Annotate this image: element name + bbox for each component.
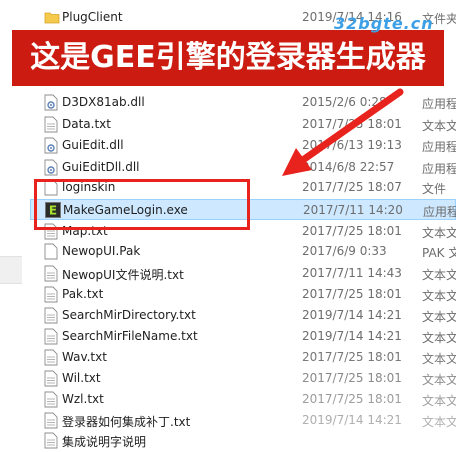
file-name: 登录器如何集成补丁.txt <box>62 415 191 429</box>
text-file-icon <box>44 328 60 345</box>
dll-icon <box>44 94 60 111</box>
file-date: 2014/6/8 22:57 <box>302 160 395 174</box>
dll-icon <box>44 137 60 154</box>
file-date: 2017/7/25 18:01 <box>302 117 402 131</box>
text-file-icon <box>44 412 60 429</box>
highlight-box <box>34 179 250 230</box>
blur-overlay <box>300 345 456 437</box>
file-date: 2017/6/9 0:33 <box>302 244 387 258</box>
file-row[interactable]: NewopUI.Pak 2017/6/9 0:33 PAK 文 <box>30 241 456 262</box>
file-name: Data.txt <box>62 117 111 131</box>
navigation-pane-item[interactable] <box>0 256 22 284</box>
file-row[interactable]: NewopUI文件说明.txt 2017/7/11 14:43 文本文 <box>30 263 456 284</box>
file-name: GuiEditDll.dll <box>62 160 140 174</box>
file-name: Wav.txt <box>62 350 107 364</box>
text-file-icon <box>44 116 60 133</box>
file-name: SearchMirDirectory.txt <box>62 308 196 322</box>
file-date: 2017/7/25 18:01 <box>302 224 402 238</box>
file-row[interactable]: SearchMirFileName.txt 2019/7/14 14:21 文本文 <box>30 326 456 347</box>
blank-file-icon <box>44 243 60 260</box>
file-date: 2019/7/14 14:21 <box>302 308 402 322</box>
file-date: 2017/7/11 14:20 <box>303 203 403 217</box>
file-name: D3DX81ab.dll <box>62 95 145 109</box>
file-date: 2015/2/6 0:28 <box>302 95 387 109</box>
file-date: 2017/7/25 18:01 <box>302 287 402 301</box>
file-name: Pak.txt <box>62 287 104 301</box>
file-type: 文本文 <box>422 289 456 303</box>
file-type: PAK 文 <box>422 246 456 260</box>
file-row[interactable]: GuiEditDll.dll 2014/6/8 22:57 应用程 <box>30 157 456 178</box>
file-type: 文本文 <box>422 226 456 240</box>
file-date: 2019/7/14 14:21 <box>302 329 402 343</box>
text-file-icon <box>44 391 60 408</box>
file-row[interactable]: GuiEdit.dll 2017/6/13 19:13 应用程 <box>30 135 456 156</box>
folder-icon <box>44 9 60 26</box>
file-row[interactable]: SearchMirDirectory.txt 2019/7/14 14:21 文本文 <box>30 305 456 326</box>
file-name: NewopUI.Pak <box>62 244 141 258</box>
file-type: 文本文 <box>422 268 456 282</box>
file-name: 集成说明字说明 <box>62 435 147 449</box>
file-type: 文本文 <box>422 119 456 133</box>
file-name: Wil.txt <box>62 371 101 385</box>
text-file-icon <box>44 370 60 387</box>
text-file-icon <box>44 349 60 366</box>
file-type: 应用程 <box>423 205 456 219</box>
file-type: 应用程 <box>422 140 456 154</box>
file-type: 文本文 <box>422 310 456 324</box>
file-name: GuiEdit.dll <box>62 138 124 152</box>
file-date: 2017/7/11 14:43 <box>302 266 402 280</box>
file-date: 2017/6/13 19:13 <box>302 138 402 152</box>
file-date: 2017/7/25 18:07 <box>302 180 402 194</box>
file-name: SearchMirFileName.txt <box>62 329 198 343</box>
dll-icon <box>44 159 60 176</box>
file-row[interactable]: D3DX81ab.dll 2015/2/6 0:28 应用程 <box>30 92 456 113</box>
text-file-icon <box>44 265 60 282</box>
file-type: 文本文 <box>422 331 456 345</box>
caption-banner: 这是GEE引擎的登录器生成器 <box>12 30 444 86</box>
watermark: 32bgte.cn <box>334 14 434 33</box>
file-row[interactable]: Data.txt 2017/7/25 18:01 文本文 <box>30 114 456 135</box>
file-type: 文件 <box>422 182 447 196</box>
file-row[interactable]: Pak.txt 2017/7/25 18:01 文本文 <box>30 284 456 305</box>
file-name: Wzl.txt <box>62 392 104 406</box>
file-name: PlugClient <box>62 10 123 24</box>
file-type: 应用程 <box>422 97 456 111</box>
text-file-icon <box>44 432 60 449</box>
file-type: 应用程 <box>422 162 456 176</box>
text-file-icon <box>44 307 60 324</box>
file-name: NewopUI文件说明.txt <box>62 268 184 282</box>
text-file-icon <box>44 286 60 303</box>
